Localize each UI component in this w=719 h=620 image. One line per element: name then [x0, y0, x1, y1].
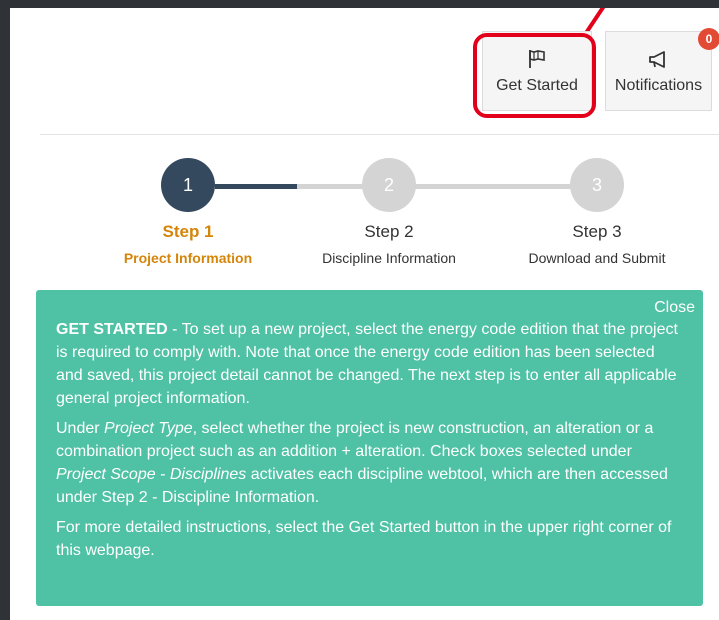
notifications-button[interactable]: Notifications	[605, 31, 712, 111]
step-2-circle[interactable]: 2	[362, 158, 416, 212]
info-paragraph-2: Under Project Type, select whether the p…	[56, 417, 683, 509]
info-emphasis-project-scope: Project Scope - Disciplines	[56, 466, 247, 483]
get-started-info-panel: Close GET STARTED - To set up a new proj…	[36, 290, 703, 606]
step-3-title: Step 3	[572, 222, 622, 241]
info-text-2a: Under	[56, 420, 105, 437]
step-3-subtitle: Download and Submit	[528, 250, 666, 266]
get-started-highlight	[473, 33, 596, 118]
step-2-title: Step 2	[364, 222, 414, 241]
stepper-connector-progress	[215, 184, 297, 189]
info-paragraph-1: GET STARTED - To set up a new project, s…	[56, 318, 683, 410]
close-button[interactable]: Close	[654, 296, 695, 319]
step-1-title: Step 1	[162, 222, 214, 241]
notifications-count-badge: 0	[698, 28, 719, 50]
step-2-subtitle: Discipline Information	[322, 250, 456, 266]
step-1-subtitle: Project Information	[123, 250, 253, 266]
notifications-label: Notifications	[614, 77, 703, 94]
info-emphasis-project-type: Project Type	[104, 420, 193, 437]
divider	[40, 134, 719, 135]
step-3-circle[interactable]: 3	[570, 158, 624, 212]
megaphone-icon	[648, 51, 665, 68]
step-1-circle[interactable]: 1	[161, 158, 215, 212]
info-paragraph-3: For more detailed instructions, select t…	[56, 519, 672, 559]
info-heading: GET STARTED	[56, 321, 168, 338]
